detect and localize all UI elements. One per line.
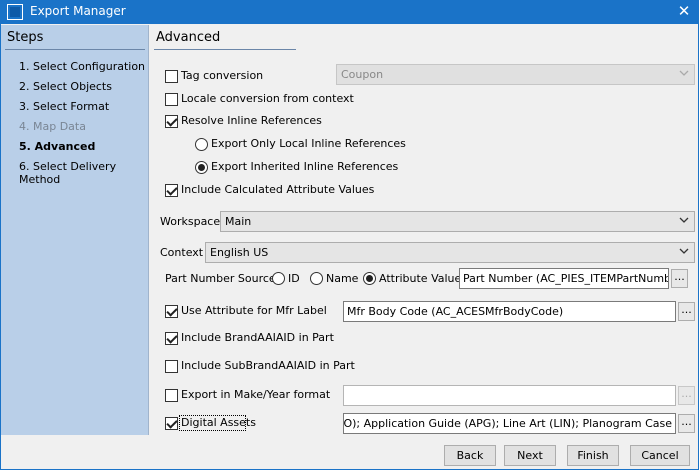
page-title: Advanced [156, 30, 221, 45]
include-brand-label: Include BrandAAIAID in Part [181, 331, 334, 344]
include-subbrand-checkbox[interactable] [165, 360, 178, 373]
step-select-configuration[interactable]: 1. Select Configuration [19, 60, 145, 73]
include-brand-checkbox[interactable] [165, 332, 178, 345]
include-calculated-checkbox[interactable] [165, 184, 178, 197]
workspace-select[interactable]: Main [220, 211, 695, 232]
export-local-inline-radio[interactable] [195, 138, 208, 151]
steps-panel: Steps 1. Select Configuration 2. Select … [1, 25, 149, 435]
workspace-label: Workspace [160, 215, 221, 228]
back-button[interactable]: Back [444, 445, 496, 466]
part-source-id-radio[interactable] [272, 272, 285, 285]
step-map-data: 4. Map Data [19, 120, 86, 133]
export-make-year-label: Export in Make/Year format [181, 388, 331, 401]
digital-assets-checkbox[interactable] [165, 417, 178, 430]
make-year-field[interactable] [343, 385, 676, 406]
tag-conversion-value: Coupon [341, 68, 384, 81]
part-source-id-label: ID [288, 272, 300, 285]
locale-conversion-label: Locale conversion from context [181, 92, 354, 105]
part-source-attribute-label: Attribute Value [379, 272, 462, 285]
mfr-label-browse-button[interactable]: ... [678, 302, 695, 321]
advanced-panel: Advanced Tag conversion Coupon Locale co… [150, 25, 698, 435]
steps-title: Steps [7, 30, 44, 45]
part-number-source-label: Part Number Source [165, 272, 276, 285]
export-local-inline-label: Export Only Local Inline References [211, 137, 406, 150]
digital-assets-value: iure (BRO); Application Guide (APG); Lin… [343, 417, 672, 430]
part-source-name-label: Name [326, 272, 359, 285]
resolve-inline-checkbox[interactable] [165, 115, 178, 128]
use-attr-mfr-label: Use Attribute for Mfr Label [181, 304, 327, 317]
chevron-down-icon [679, 70, 689, 76]
step-select-objects[interactable]: 2. Select Objects [19, 80, 112, 93]
step-select-format[interactable]: 3. Select Format [19, 100, 109, 113]
chevron-down-icon [679, 248, 689, 254]
steps-divider [5, 49, 145, 50]
include-calculated-label: Include Calculated Attribute Values [181, 183, 375, 196]
cancel-button[interactable]: Cancel [630, 445, 690, 466]
digital-assets-field[interactable]: iure (BRO); Application Guide (APG); Lin… [343, 413, 676, 434]
digital-assets-label: Digital Assets [181, 416, 256, 429]
export-make-year-checkbox[interactable] [165, 389, 178, 402]
part-source-attribute-radio[interactable] [363, 272, 376, 285]
window-title: Export Manager [30, 4, 126, 18]
resolve-inline-label: Resolve Inline References [181, 114, 322, 127]
context-value: English US [210, 246, 269, 259]
locale-conversion-checkbox[interactable] [165, 93, 178, 106]
part-number-browse-button[interactable]: ... [671, 269, 688, 288]
tag-conversion-label: Tag conversion [181, 69, 264, 82]
chevron-down-icon [679, 217, 689, 223]
title-divider [154, 49, 296, 50]
tag-conversion-checkbox[interactable] [165, 70, 178, 83]
make-year-browse-button: ... [678, 386, 695, 405]
step-advanced[interactable]: 5. Advanced [19, 140, 95, 153]
step-select-delivery-method[interactable]: 6. Select Delivery Method [19, 160, 148, 186]
app-icon [7, 4, 23, 20]
tag-conversion-select: Coupon [336, 64, 695, 85]
part-source-name-radio[interactable] [310, 272, 323, 285]
title-bar: Export Manager ✕ [0, 0, 699, 24]
context-label: Context [160, 246, 204, 259]
next-button[interactable]: Next [504, 445, 556, 466]
workspace-value: Main [225, 215, 252, 228]
export-inherited-inline-label: Export Inherited Inline References [211, 160, 399, 173]
close-icon[interactable]: ✕ [669, 0, 699, 24]
digital-assets-browse-button[interactable]: ... [678, 414, 695, 433]
export-inherited-inline-radio[interactable] [195, 161, 208, 174]
part-number-attribute-field[interactable]: Part Number (AC_PIES_ITEMPartNumber) [459, 268, 669, 289]
context-select[interactable]: English US [205, 242, 695, 263]
mfr-label-attribute-field[interactable]: Mfr Body Code (AC_ACESMfrBodyCode) [343, 301, 676, 322]
use-attr-mfr-checkbox[interactable] [165, 305, 178, 318]
include-subbrand-label: Include SubBrandAAIAID in Part [181, 359, 355, 372]
finish-button[interactable]: Finish [567, 445, 619, 466]
